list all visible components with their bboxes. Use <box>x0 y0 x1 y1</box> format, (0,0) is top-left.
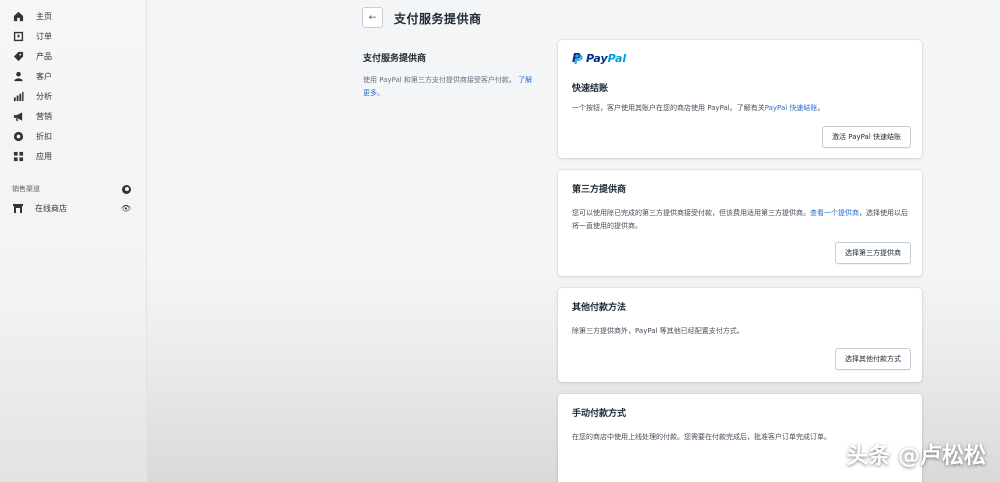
card-text: 除第三方提供商外，PayPal 等其他已经配置支付方式。 <box>572 327 744 335</box>
watermark: 头条 @卢松松 <box>846 444 986 469</box>
card-title: 其他付款方法 <box>572 303 627 313</box>
sidebar-item-orders[interactable]: 订单 <box>0 26 146 46</box>
paypal-icon <box>572 51 583 67</box>
sidebar-item-label: 分析 <box>36 91 52 101</box>
sidebar-item-label: 营销 <box>36 111 52 121</box>
paypal-logo: PayPal <box>572 51 910 67</box>
add-channel-icon[interactable] <box>122 184 131 194</box>
sales-channels-header: 销售渠道 <box>0 180 146 198</box>
sidebar: 主页 订单 产品 客户 分析 营销 折扣 应用 销售渠道 在线商店 👁 <box>0 0 147 482</box>
sidebar-item-marketing[interactable]: 营销 <box>0 106 146 126</box>
sidebar-item-apps[interactable]: 应用 <box>0 146 146 166</box>
sidebar-item-online-store[interactable]: 在线商店 👁 <box>0 198 146 218</box>
third-party-card: 第三方提供商 您可以使用除已完成的第三方提供商接受付款，但该费用适用第三方提供商… <box>558 170 922 276</box>
sales-channels-label: 销售渠道 <box>12 185 40 193</box>
back-button[interactable]: ← <box>362 7 383 28</box>
eye-icon[interactable]: 👁 <box>121 204 131 213</box>
paypal-card: PayPal 快速结账 一个按钮，客户使用其账户在您的商店使用 PayPal。了… <box>558 40 922 158</box>
choose-other-methods-button[interactable]: 选择其他付款方式 <box>835 348 911 370</box>
home-icon <box>12 10 24 22</box>
apps-icon <box>12 150 24 162</box>
tag-icon <box>12 50 24 62</box>
sidebar-item-label: 客户 <box>36 71 52 81</box>
card-title: 快速结账 <box>572 84 609 94</box>
sidebar-item-label: 主页 <box>36 11 52 21</box>
card-text: 一个按钮，客户使用其账户在您的商店使用 PayPal。了解有关PayPal 快速… <box>572 104 825 112</box>
sidebar-item-home[interactable]: 主页 <box>0 6 146 26</box>
card-title: 第三方提供商 <box>572 185 627 195</box>
other-methods-card: 其他付款方法 除第三方提供商外，PayPal 等其他已经配置支付方式。 选择其他… <box>558 288 922 382</box>
section-title: 支付服务提供商 <box>363 54 427 64</box>
discount-icon <box>12 130 24 142</box>
sidebar-item-label: 应用 <box>36 151 52 161</box>
description-text: 使用 PayPal 和第三方支付提供商接受客户付款。 <box>363 76 516 84</box>
card-text: 您可以使用除已完成的第三方提供商接受付款，但该费用适用第三方提供商。查看一个提供… <box>572 209 908 230</box>
megaphone-icon <box>12 110 24 122</box>
choose-third-party-button[interactable]: 选择第三方提供商 <box>835 242 911 264</box>
store-icon <box>13 204 23 213</box>
sidebar-item-label: 订单 <box>36 31 52 41</box>
sidebar-item-analytics[interactable]: 分析 <box>0 86 146 106</box>
orders-icon <box>12 30 24 42</box>
sidebar-item-label: 折扣 <box>36 131 52 141</box>
person-icon <box>12 70 24 82</box>
section-description: 使用 PayPal 和第三方支付提供商接受客户付款。 了解更多。 <box>363 76 533 97</box>
sidebar-item-label: 在线商店 <box>35 203 67 213</box>
activate-paypal-button[interactable]: 激活 PayPal 快速结账 <box>822 126 911 148</box>
sidebar-item-label: 产品 <box>36 51 52 61</box>
page-title: 支付服务提供商 <box>394 12 482 26</box>
paypal-express-link[interactable]: PayPal 快速结账 <box>765 104 818 112</box>
card-title: 手动付款方式 <box>572 409 627 419</box>
sidebar-item-discounts[interactable]: 折扣 <box>0 126 146 146</box>
bar-chart-icon <box>12 90 24 102</box>
sidebar-item-products[interactable]: 产品 <box>0 46 146 66</box>
sidebar-item-customers[interactable]: 客户 <box>0 66 146 86</box>
view-provider-link[interactable]: 查看一个提供商 <box>810 209 859 217</box>
